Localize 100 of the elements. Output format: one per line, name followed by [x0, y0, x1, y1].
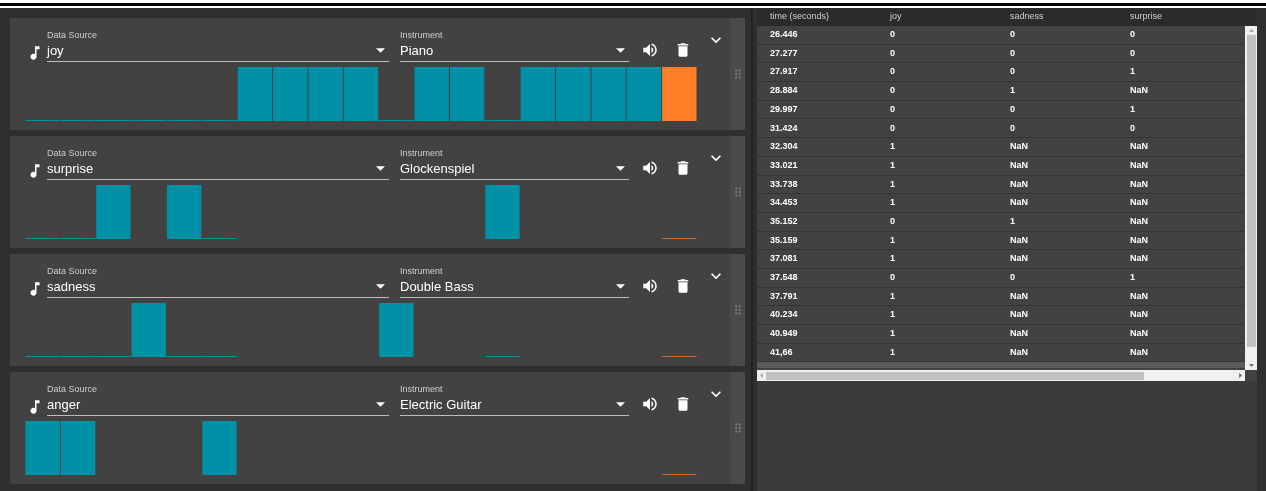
table-cell-text: 29.997 — [769, 102, 799, 116]
table-cell-text: NaN — [1009, 140, 1029, 154]
arrow-down-icon[interactable] — [1248, 364, 1254, 367]
table-cell-text: 0 — [1129, 46, 1136, 60]
table-cell-text: 1 — [889, 252, 896, 266]
table-cell-text: 37.548 — [769, 271, 799, 285]
table-cell-text: 40.949 — [769, 327, 799, 341]
table-cell-text: 0 — [1009, 46, 1016, 60]
table-cell-text: 1 — [889, 233, 896, 247]
table-cell-text: 27.277 — [769, 46, 799, 60]
table-cell-text: NaN — [1129, 327, 1149, 341]
table-cell-text: NaN — [1009, 233, 1029, 247]
table-cell-text: NaN — [1009, 308, 1029, 322]
data-source-select[interactable]: Data Source surprise — [47, 148, 389, 180]
table-cell-text: 0 — [1009, 28, 1016, 42]
table-cell-text: 0 — [889, 46, 896, 60]
drag-handle[interactable] — [730, 254, 745, 366]
data-source-select[interactable]: Data Source joy — [47, 30, 389, 62]
table-cell-text: 37.791 — [769, 289, 799, 303]
table-cell-text: 0 — [889, 121, 896, 135]
table-cell-text: 37.081 — [769, 252, 799, 266]
table-cell-text: 0 — [889, 28, 896, 42]
column-header[interactable]: joy — [877, 10, 997, 24]
column-header[interactable]: time (seconds) — [757, 10, 877, 24]
drag-handle[interactable] — [730, 136, 745, 248]
dropdown-caret-icon — [616, 284, 625, 289]
table-cell-text: 1 — [1129, 102, 1136, 116]
table-cell-text: 26.446 — [769, 28, 799, 42]
data-source-select[interactable]: Data Source sadness — [47, 266, 389, 298]
volume-button[interactable] — [641, 395, 659, 413]
table-cell-text: 1 — [1129, 65, 1136, 79]
table-cell-text: 0 — [1129, 121, 1136, 135]
table-cell-text: NaN — [1009, 345, 1029, 359]
table-cell-text: NaN — [1129, 252, 1149, 266]
table-cell-text: 0 — [1009, 65, 1016, 79]
table-cell-text: 1 — [889, 327, 896, 341]
table-cell-text: 0 — [889, 214, 896, 228]
table-cell-text: 1 — [1009, 84, 1016, 98]
horizontal-scrollbar[interactable] — [757, 370, 1245, 381]
arrow-right-icon[interactable] — [1239, 373, 1242, 378]
speaker-icon — [641, 41, 659, 59]
table-cell-text: NaN — [1129, 345, 1149, 359]
table-cell-text: NaN — [1129, 177, 1149, 191]
table-cell-text: 0 — [889, 102, 896, 116]
instrument-select[interactable]: Instrument Electric Guitar — [400, 384, 629, 416]
table-cell-text: 40.234 — [769, 308, 799, 322]
table-cell-text: 1 — [889, 308, 896, 322]
table-cell-text: NaN — [1129, 196, 1149, 210]
table-cell-text: NaN — [1009, 196, 1029, 210]
instrument-select[interactable]: Instrument Piano — [400, 30, 629, 62]
table-cell-text: 0 — [889, 65, 896, 79]
instrument-select[interactable]: Instrument Glockenspiel — [400, 148, 629, 180]
table-cell-text: 0 — [889, 84, 896, 98]
volume-button[interactable] — [641, 159, 659, 177]
table-cell-text: 34.453 — [769, 196, 799, 210]
table-cell-text: 0 — [1009, 121, 1016, 135]
table-cell-text: NaN — [1009, 158, 1029, 172]
table-cell-text: 31.424 — [769, 121, 799, 135]
volume-button[interactable] — [641, 277, 659, 295]
table-cell-text: NaN — [1129, 140, 1149, 154]
instrument-select[interactable]: Instrument Double Bass — [400, 266, 629, 298]
table-cell-text: 28.884 — [769, 84, 799, 98]
table-cell-text: 1 — [889, 345, 896, 359]
table-cell-text: NaN — [1129, 84, 1149, 98]
table-cell-text: NaN — [1129, 158, 1149, 172]
speaker-icon — [641, 159, 659, 177]
table-cell-text: 33.738 — [769, 177, 799, 191]
volume-button[interactable] — [641, 41, 659, 59]
column-header[interactable]: surprise — [1117, 10, 1237, 24]
table-cell-text: 0 — [1129, 28, 1136, 42]
dropdown-caret-icon — [616, 48, 625, 53]
table-cell-text: NaN — [1009, 177, 1029, 191]
table-cell-text: 33.021 — [769, 158, 799, 172]
vertical-scrollbar[interactable] — [1245, 26, 1257, 370]
table-cell-text: 27.917 — [769, 65, 799, 79]
table-cell-text: NaN — [1009, 327, 1029, 341]
dropdown-caret-icon — [376, 402, 385, 407]
speaker-icon — [641, 277, 659, 295]
table-cell-text: 1 — [1009, 214, 1016, 228]
data-source-select[interactable]: Data Source anger — [47, 384, 389, 416]
table-cell-text: 35.159 — [769, 233, 799, 247]
table-cell-text: NaN — [1009, 252, 1029, 266]
table-cell-text: 0 — [1009, 271, 1016, 285]
drag-handle[interactable] — [730, 372, 745, 484]
table-cell-text: 1 — [889, 196, 896, 210]
table-cell-text: 0 — [889, 271, 896, 285]
table-cell-text: NaN — [1129, 308, 1149, 322]
table-cell-text: NaN — [1129, 233, 1149, 247]
table-cell-text: 32.304 — [769, 140, 799, 154]
dropdown-caret-icon — [376, 166, 385, 171]
dropdown-caret-icon — [616, 402, 625, 407]
table-cell-text: 1 — [889, 177, 896, 191]
drag-handle[interactable] — [730, 18, 745, 130]
table-cell-text: 1 — [1129, 271, 1136, 285]
table-cell-text: NaN — [1009, 289, 1029, 303]
table-cell-text: 1 — [889, 158, 896, 172]
column-header[interactable]: sadness — [997, 10, 1117, 24]
table-cell-text: NaN — [1129, 214, 1149, 228]
table-cell-text: 35.152 — [769, 214, 799, 228]
table-cell-text: 1 — [889, 140, 896, 154]
